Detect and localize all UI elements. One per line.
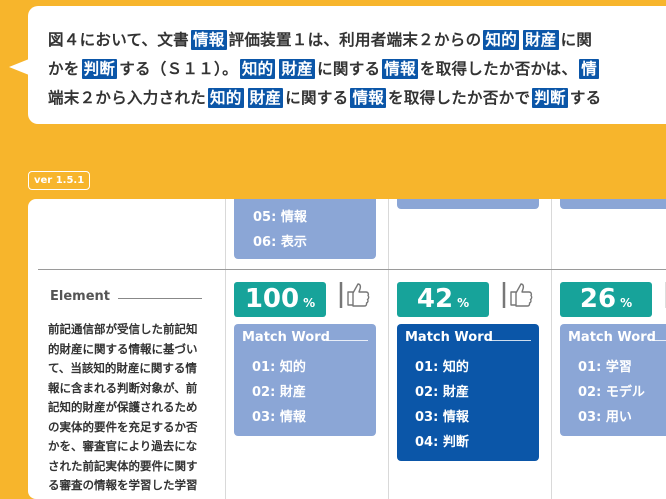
description-segment: に関 — [560, 31, 593, 49]
description-line: かを 判断 する（Ｓ１１）。 知的 財産 に関する 情報 を取得したか否かは、情 — [48, 55, 666, 84]
match-percent-unit: % — [303, 296, 316, 310]
match-word-card[interactable]: Match Word 01: 知的 02: 財産 03: 情報 — [234, 324, 376, 436]
match-word-title: Match Word — [242, 330, 330, 345]
match-word-item: 04: 判断 — [415, 435, 469, 450]
match-word-item: 01: 学習 — [578, 360, 632, 375]
description-segment: かを — [48, 60, 80, 78]
keyword-highlight: 知的 — [483, 30, 519, 50]
description-segment: する（Ｓ１１）。 — [119, 60, 238, 78]
description-segment: を取得したか否かで — [388, 89, 531, 107]
element-label: Element — [50, 289, 110, 304]
element-text: 前記通信部が受信した前記知 的財産に関する情報に基づい て、当該知的財産に関する情報… — [48, 320, 214, 496]
match-percent-badge: 100% — [234, 282, 326, 317]
keyword-highlight: 情報 — [382, 59, 418, 79]
match-word-card[interactable]: Match Word 01: 知的 02: 財産 03: 情報 04: 判断 — [397, 324, 539, 461]
keyword-highlight: 判断 — [532, 88, 568, 108]
row-divider — [38, 269, 666, 270]
thumbs-up-icon[interactable] — [339, 280, 371, 310]
description-segment: に関する — [285, 89, 349, 107]
bubble-tail — [9, 59, 29, 75]
prev-match-card — [397, 199, 539, 209]
match-percent-value: 26 — [579, 284, 617, 314]
keyword-highlight: 情報 — [190, 30, 227, 50]
element-text-line: 前記通信部が受信した前記知 — [48, 322, 198, 336]
element-text-line: された前記実体的要件に関す — [48, 458, 198, 473]
match-percent-value: 100 — [244, 284, 300, 314]
prev-match-word: 06: 表示 — [253, 235, 307, 250]
match-word-card[interactable]: Match Word 01: 学習 02: モデル 03: 用い — [560, 324, 666, 436]
description-bubble: 図４において、文書 情報 評価装置１は、利用者端末２からの 知的 財産 に関 かを 判断 する（… — [28, 6, 666, 124]
match-word-item: 01: 知的 — [415, 360, 469, 375]
column-divider — [551, 199, 552, 499]
match-word-item: 02: モデル — [578, 385, 645, 400]
element-text-line: の実体的要件を充足するか否 — [48, 419, 198, 434]
description-line: 端末２から入力された 知的 財産 に関する 情報 を取得したか否かで 判断 する — [48, 84, 666, 113]
match-word-item: 02: 財産 — [252, 385, 306, 400]
version-badge: ver 1.5.1 — [28, 171, 91, 190]
description-segment: 端末２から入力された — [48, 89, 207, 107]
match-word-title: Match Word — [568, 330, 656, 345]
match-word-title-rule — [489, 340, 531, 341]
element-text-line: 報に含まれる判断対象が、前 — [48, 380, 198, 395]
match-word-title-rule — [652, 340, 666, 341]
description-segment: に関する — [317, 60, 381, 78]
keyword-highlight: 財産 — [247, 88, 284, 108]
element-text-line: 的財産に関する情報に基づい — [48, 341, 198, 356]
match-word-item: 01: 知的 — [252, 360, 306, 375]
keyword-highlight: 知的 — [239, 59, 276, 79]
keyword-highlight: 情 — [579, 59, 600, 79]
prev-match-word: 05: 情報 — [253, 210, 307, 225]
match-word-item: 02: 財産 — [415, 385, 469, 400]
description-segment: する — [569, 89, 602, 107]
prev-match-card — [560, 199, 666, 209]
element-text-line: て、当該知的財産に関する情 — [48, 361, 197, 375]
match-percent-badge: 26% — [560, 282, 652, 317]
match-word-title-rule — [326, 340, 368, 341]
description-segment: 評価装置１は、利用者端末２からの — [228, 31, 482, 49]
element-rule — [118, 298, 202, 299]
description-segment: 図４において、文書 — [48, 31, 189, 49]
prev-match-card: 05: 情報 06: 表示 — [234, 199, 376, 259]
keyword-highlight: 知的 — [208, 88, 244, 108]
match-word-item: 03: 情報 — [415, 410, 469, 425]
keyword-highlight: 情報 — [350, 88, 387, 108]
element-text-line: 記知的財産が保護されるため — [48, 400, 198, 414]
match-word-title: Match Word — [405, 330, 493, 345]
match-word-item: 03: 用い — [578, 410, 632, 425]
match-percent-unit: % — [620, 296, 633, 310]
thumbs-up-icon[interactable] — [502, 280, 534, 310]
match-percent-unit: % — [457, 296, 470, 310]
description-line: 図４において、文書 情報 評価装置１は、利用者端末２からの 知的 財産 に関 — [48, 26, 666, 55]
element-text-line: かを、審査官により過去にな — [48, 439, 198, 453]
match-word-item: 03: 情報 — [252, 410, 306, 425]
description-text: 図４において、文書 情報 評価装置１は、利用者端末２からの 知的 財産 に関 かを 判断 する（… — [48, 26, 666, 113]
keyword-highlight: 財産 — [279, 59, 316, 79]
keyword-highlight: 財産 — [523, 30, 559, 50]
keyword-highlight: 判断 — [81, 59, 118, 79]
match-percent-value: 42 — [416, 284, 454, 314]
match-percent-badge: 42% — [397, 282, 489, 317]
element-text-line: る審査の情報を学習した学習 — [48, 478, 198, 492]
column-divider — [225, 199, 226, 499]
description-segment: を取得したか否かは、 — [419, 60, 578, 78]
result-panel: 05: 情報 06: 表示 Element 前記通信部が受信した前記知 的財産に関… — [28, 199, 666, 499]
column-divider — [388, 199, 389, 499]
